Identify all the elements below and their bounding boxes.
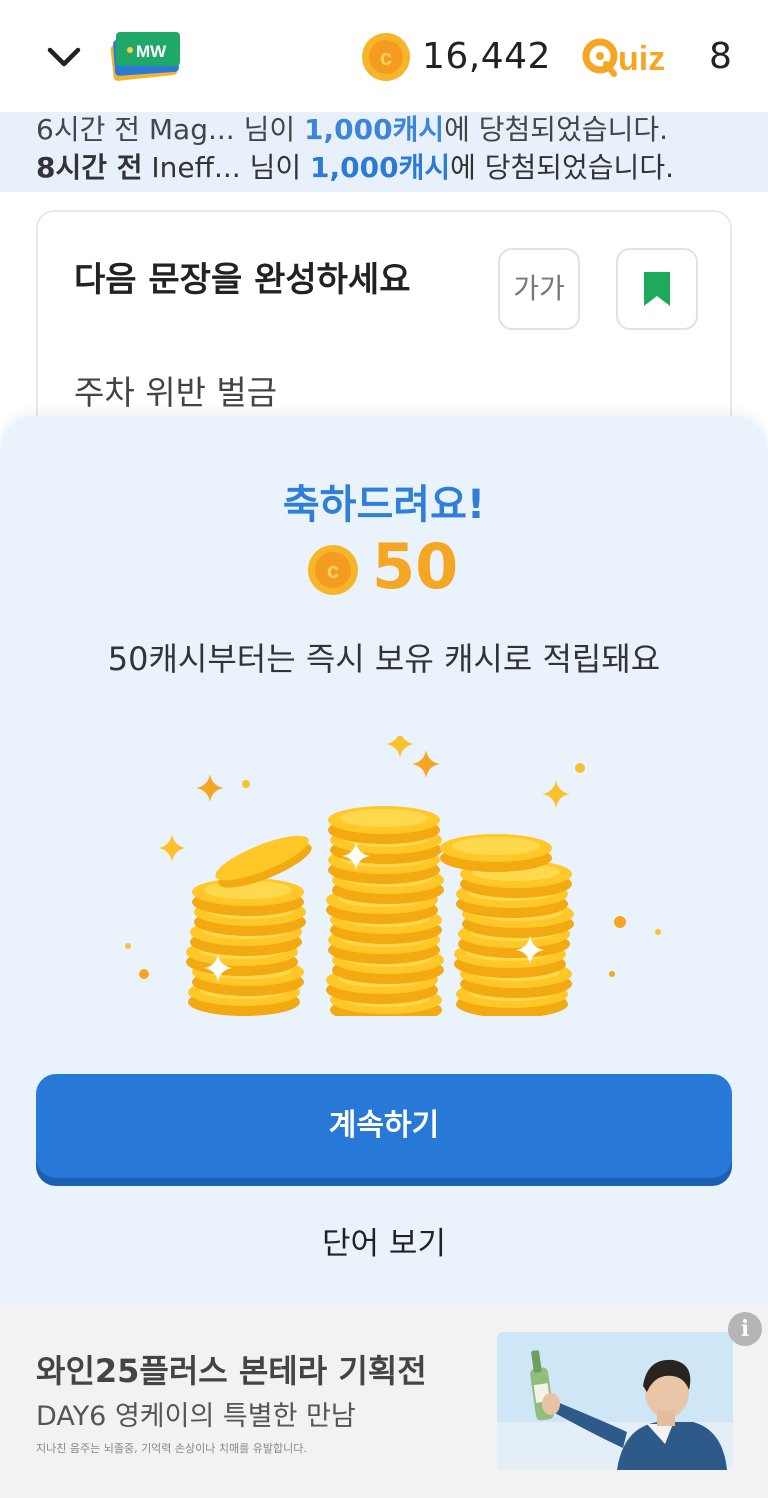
- ad-banner[interactable]: 와인25플러스 본테라 기획전 DAY6 영케이의 특별한 만남 지나친 음주는…: [0, 1304, 768, 1498]
- ticker-line: 8시간 전 Ineff... 님이 1,000캐시에 당첨되었습니다.: [36, 146, 674, 186]
- ad-info-icon[interactable]: i: [728, 1312, 762, 1346]
- ad-subtitle[interactable]: DAY6 영케이의 특별한 만남: [36, 1394, 356, 1433]
- ticker-user: 6시간 전 Mag...: [36, 113, 235, 146]
- quiz-logo[interactable]: uiz: [582, 32, 700, 82]
- mw-logo[interactable]: MW: [108, 26, 184, 82]
- font-size-button[interactable]: 가가: [498, 248, 580, 330]
- ticker-text: 님이: [249, 151, 302, 184]
- ad-image[interactable]: [497, 1332, 733, 1470]
- ad-disclaimer: 지나친 음주는 뇌졸중, 기억력 손상이나 치매를 유발합니다.: [36, 1442, 307, 1455]
- reward-message: 50캐시부터는 즉시 보유 캐시로 적립돼요: [107, 640, 661, 678]
- chevron-down-icon[interactable]: [44, 38, 84, 78]
- winner-ticker: 6시간 전 Mag... 님이 1,000캐시에 당첨되었습니다. 8시간 전 …: [0, 112, 768, 192]
- continue-button[interactable]: 계속하기: [36, 1074, 732, 1178]
- question-title: 다음 문장을 완성하세요: [74, 260, 411, 300]
- ticker-text: 에 당첨되었습니다.: [450, 151, 674, 184]
- question-sentence: 주차 위반 벌금: [74, 373, 278, 412]
- reward-title: 축하드려요!: [282, 482, 486, 528]
- svg-text:MW: MW: [136, 42, 167, 61]
- ticker-amount: 1,000캐시: [304, 113, 445, 146]
- svg-text:c: c: [327, 558, 339, 583]
- coin-icon: c: [362, 33, 410, 81]
- bookmark-button[interactable]: [616, 248, 698, 330]
- ad-title[interactable]: 와인25플러스 본테라 기획전: [36, 1346, 427, 1392]
- bookmark-icon: [644, 272, 670, 306]
- quiz-count: 8: [709, 36, 732, 77]
- reward-sheet: 축하드려요! c 50 50캐시부터는 즉시 보유 캐시로 적립돼요 계속하기 …: [0, 416, 768, 1304]
- ticker-amount: 1,000캐시: [310, 151, 451, 184]
- ticker-time: 8시간 전: [36, 151, 143, 184]
- app-header: MW c 16,442 uiz 8: [0, 0, 768, 112]
- coin-icon: c: [308, 545, 358, 595]
- svg-text:c: c: [380, 45, 392, 70]
- ticker-user: Ineff...: [151, 151, 241, 184]
- coin-stack-illustration: [125, 736, 661, 1016]
- view-word-link[interactable]: 단어 보기: [0, 1218, 768, 1263]
- cash-balance[interactable]: 16,442: [422, 36, 551, 77]
- ticker-line: 6시간 전 Mag... 님이 1,000캐시에 당첨되었습니다.: [36, 112, 668, 148]
- svg-text:uiz: uiz: [618, 40, 665, 78]
- ticker-text: 님이: [243, 113, 296, 146]
- ticker-text: 에 당첨되었습니다.: [444, 113, 669, 146]
- reward-amount: 50: [372, 530, 459, 603]
